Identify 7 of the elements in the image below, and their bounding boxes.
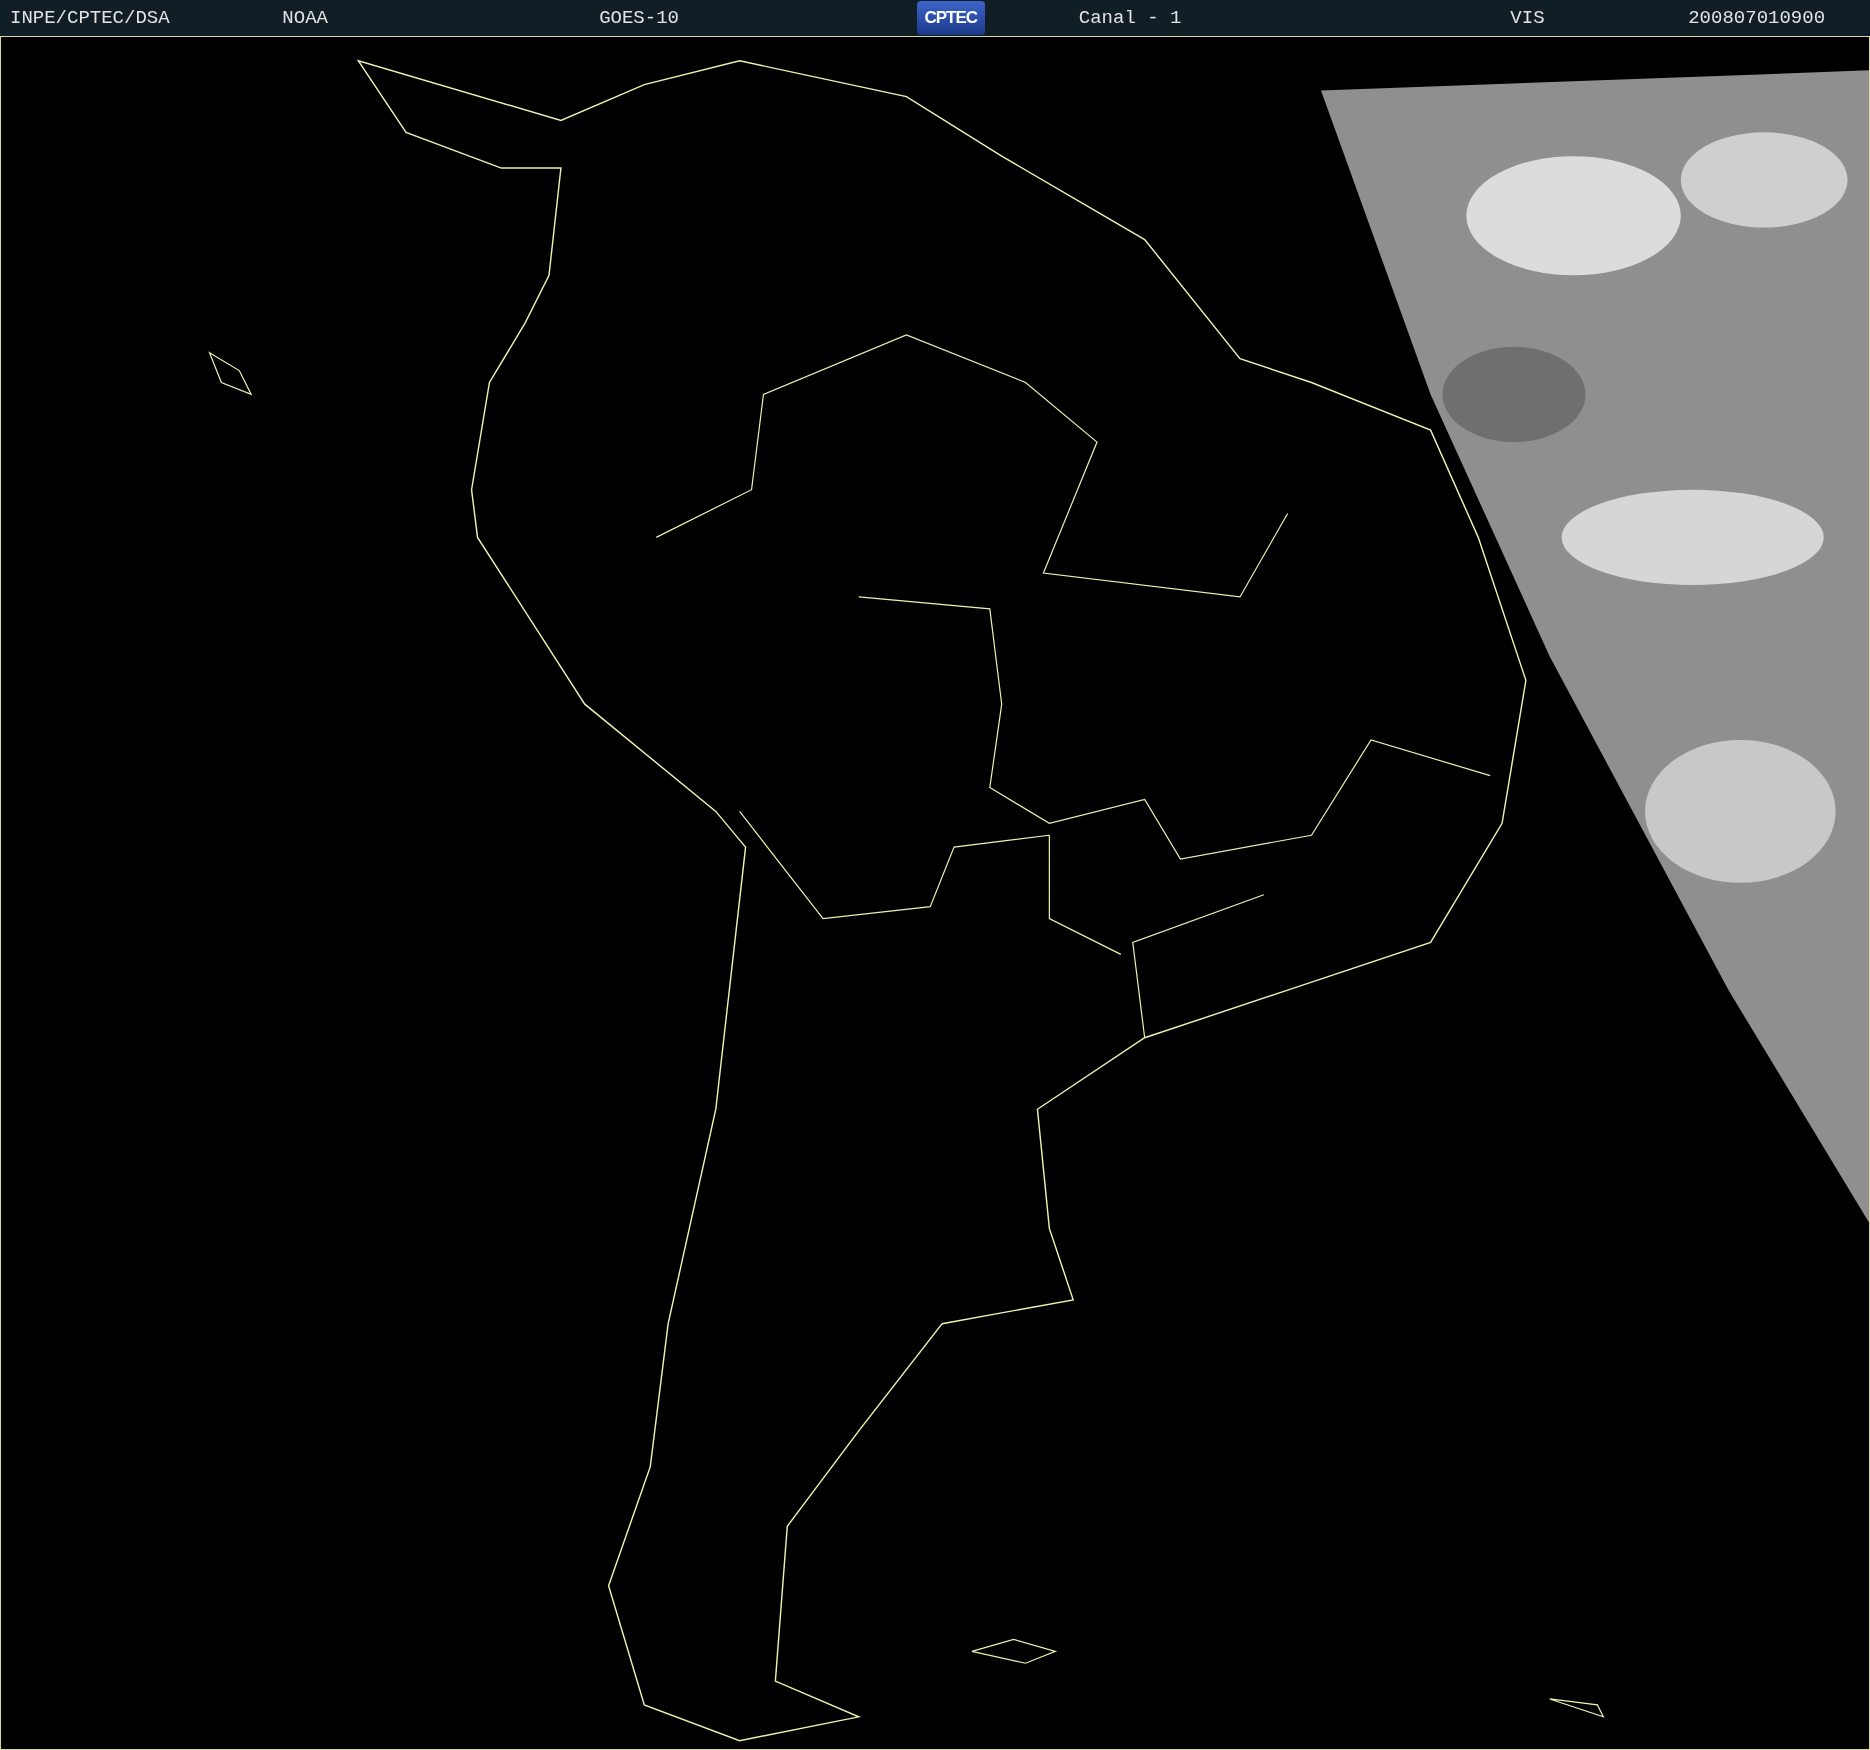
timestamp: 200807010900: [1688, 6, 1826, 31]
header-label: GOES-10: [599, 6, 679, 31]
header-label: VIS: [1510, 6, 1545, 31]
header-label: Canal - 1: [1078, 6, 1182, 31]
logo: CPTEC: [916, 1, 985, 35]
header-label: NOAA: [282, 6, 328, 31]
header-label: INPE/CPTEC/DSA: [10, 6, 170, 31]
